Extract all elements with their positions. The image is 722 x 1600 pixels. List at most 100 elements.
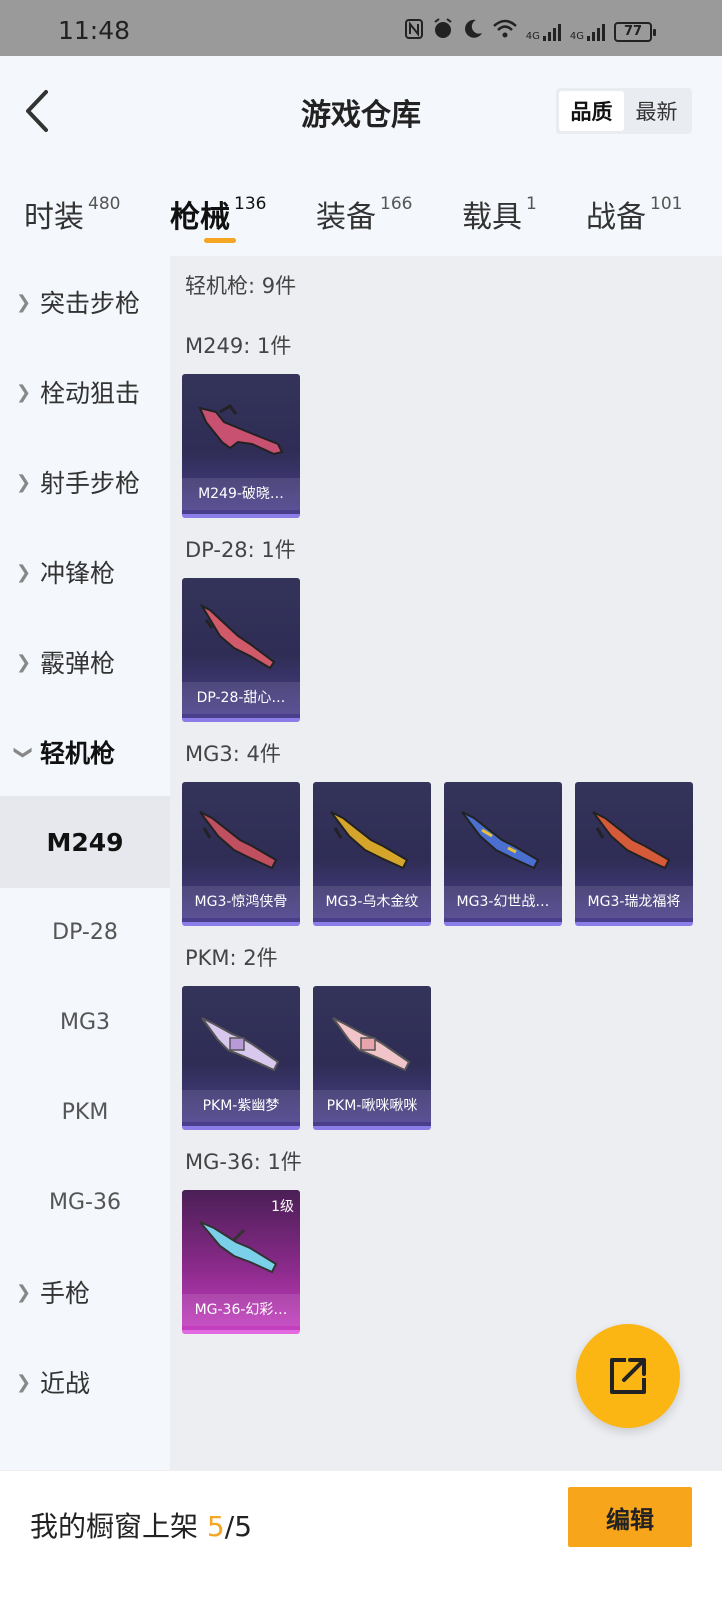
signal-4g-icon: 4G — [526, 22, 562, 42]
weapon-card[interactable]: DP-28-甜心… — [182, 578, 300, 722]
tab-vehicles[interactable]: 载具 1 — [462, 192, 537, 236]
status-bar: 11:48 4G 4G 77 — [0, 0, 722, 56]
sidebar-item-label: 轻机枪 — [40, 739, 116, 768]
chevron-right-icon: ❯ — [16, 471, 32, 493]
showcase-total: 5 — [234, 1510, 253, 1543]
sidebar-subitem-mg36[interactable]: MG-36 — [0, 1156, 170, 1248]
weapon-card-name: DP-28-甜心… — [182, 682, 300, 714]
tab-label: 时装 — [24, 200, 84, 235]
weapon-card-name: MG3-惊鸿侠骨 — [182, 886, 300, 918]
group-title: M249: 1件 — [185, 334, 292, 358]
chevron-right-icon: ❯ — [16, 651, 32, 673]
tab-label: 载具 — [462, 200, 522, 235]
weapon-card[interactable]: MG3-瑞龙福将 — [575, 782, 693, 926]
moon-icon — [462, 18, 484, 45]
section-title: 轻机枪: 9件 — [185, 274, 297, 298]
lmg-skin-icon — [330, 811, 409, 870]
lmg-skin-icon — [198, 404, 284, 456]
weapon-card[interactable]: MG3-惊鸿侠骨 — [182, 782, 300, 926]
sort-quality-button[interactable]: 品质 — [559, 91, 624, 131]
tab-count: 101 — [650, 194, 683, 214]
category-tabs: 时装 480 枪械 136 装备 166 载具 1 战备 101 — [0, 166, 722, 256]
tab-label: 战备 — [586, 200, 646, 235]
lmg-skin-icon — [461, 811, 540, 870]
sidebar-subitem-pkm[interactable]: PKM — [0, 1066, 170, 1158]
alarm-icon — [432, 18, 454, 45]
weapon-card[interactable]: PKM-啾咪啾咪 — [313, 986, 431, 1130]
sidebar-item-marksman-rifle[interactable]: ❯ 射手步枪 — [0, 436, 170, 528]
chevron-down-icon: ❯ — [13, 744, 35, 760]
lmg-skin-icon — [199, 1221, 278, 1274]
sidebar-item-melee[interactable]: ❯ 近战 — [0, 1336, 170, 1428]
group-title: MG-36: 1件 — [185, 1150, 302, 1174]
lmg-skin-icon — [332, 1017, 411, 1072]
weapon-card-name: M249-破晓… — [182, 478, 300, 510]
sidebar-item-lmg[interactable]: ❯ 轻机枪 — [0, 706, 170, 798]
weapon-card-name: PKM-紫幽梦 — [182, 1090, 300, 1122]
tab-active-indicator — [204, 238, 236, 243]
header: 游戏仓库 品质 最新 — [0, 56, 722, 166]
sidebar-item-shotgun[interactable]: ❯ 霰弹枪 — [0, 616, 170, 708]
chevron-right-icon: ❯ — [16, 291, 32, 313]
sidebar-subitem-mg3[interactable]: MG3 — [0, 976, 170, 1068]
showcase-separator: / — [224, 1510, 235, 1543]
tab-count: 480 — [88, 194, 121, 214]
sidebar-item-pistol[interactable]: ❯ 手枪 — [0, 1246, 170, 1338]
weapon-category-sidebar: ❯ 突击步枪 ❯ 栓动狙击 ❯ 射手步枪 ❯ 冲锋枪 ❯ 霰弹枪 ❯ 轻机枪 M… — [0, 256, 170, 1488]
sidebar-item-label: 霰弹枪 — [40, 649, 116, 678]
lmg-skin-icon — [199, 811, 278, 870]
status-time: 11:48 — [58, 16, 131, 45]
weapon-card-name: PKM-啾咪啾咪 — [313, 1090, 431, 1122]
tab-supplies[interactable]: 战备 101 — [586, 192, 682, 236]
lmg-skin-icon — [199, 603, 276, 670]
sidebar-subitem-m249[interactable]: M249 — [0, 796, 170, 888]
sidebar-item-label: 栓动狙击 — [40, 379, 141, 408]
weapon-card-name: MG3-瑞龙福将 — [575, 886, 693, 918]
showcase-bar: 我的橱窗上架 5/5 编辑 — [0, 1470, 722, 1600]
group-title: MG3: 4件 — [185, 742, 281, 766]
tab-label: 枪械 — [170, 200, 230, 235]
sort-toggle: 品质 最新 — [556, 88, 692, 134]
tab-count: 136 — [234, 194, 267, 214]
lmg-skin-icon — [201, 1017, 280, 1072]
nfc-icon — [404, 18, 424, 45]
sidebar-subitem-dp28[interactable]: DP-28 — [0, 886, 170, 978]
weapon-card[interactable]: MG3-乌木金纹 — [313, 782, 431, 926]
chevron-right-icon: ❯ — [16, 1281, 32, 1303]
showcase-status: 我的橱窗上架 5/5 — [30, 1505, 252, 1545]
tab-label: 装备 — [316, 200, 376, 235]
share-button[interactable] — [576, 1324, 680, 1428]
weapon-card[interactable]: M249-破晓… — [182, 374, 300, 518]
battery-icon: 77 — [614, 21, 656, 42]
edit-button[interactable]: 编辑 — [568, 1487, 692, 1547]
sidebar-item-assault-rifle[interactable]: ❯ 突击步枪 — [0, 256, 170, 348]
sidebar-item-label: 射手步枪 — [40, 469, 141, 498]
showcase-count: 5 — [206, 1510, 225, 1543]
status-icons: 4G 4G 77 — [404, 18, 656, 45]
sort-newest-button[interactable]: 最新 — [624, 91, 689, 131]
sidebar-item-label: 突击步枪 — [40, 289, 141, 318]
sidebar-item-bolt-sniper[interactable]: ❯ 栓动狙击 — [0, 346, 170, 438]
tab-count: 1 — [526, 194, 537, 214]
weapon-card-name: MG3-乌木金纹 — [313, 886, 431, 918]
sidebar-item-smg[interactable]: ❯ 冲锋枪 — [0, 526, 170, 618]
weapon-card[interactable]: 1级 MG-36-幻彩… — [182, 1190, 300, 1334]
sidebar-item-label: 冲锋枪 — [40, 559, 116, 588]
weapon-card[interactable]: MG3-幻世战… — [444, 782, 562, 926]
chevron-right-icon: ❯ — [16, 1371, 32, 1393]
weapon-grid: 轻机枪: 9件 M249: 1件 M249-破晓… DP-28: 1件 DP-2… — [170, 256, 722, 1488]
weapon-card-name: MG-36-幻彩… — [182, 1294, 300, 1326]
tab-firearms[interactable]: 枪械 136 — [170, 192, 267, 243]
tab-equipment[interactable]: 装备 166 — [316, 192, 412, 236]
external-link-icon — [610, 1358, 646, 1394]
chevron-right-icon: ❯ — [16, 381, 32, 403]
lmg-skin-icon — [592, 811, 671, 870]
group-title: DP-28: 1件 — [185, 538, 296, 562]
weapon-card-name: MG3-幻世战… — [444, 886, 562, 918]
weapon-card[interactable]: PKM-紫幽梦 — [182, 986, 300, 1130]
sidebar-item-label: 近战 — [40, 1369, 91, 1398]
wifi-icon — [492, 18, 518, 45]
sidebar-item-label: 手枪 — [40, 1279, 91, 1308]
tab-fashion[interactable]: 时装 480 — [24, 192, 120, 236]
tab-count: 166 — [380, 194, 413, 214]
